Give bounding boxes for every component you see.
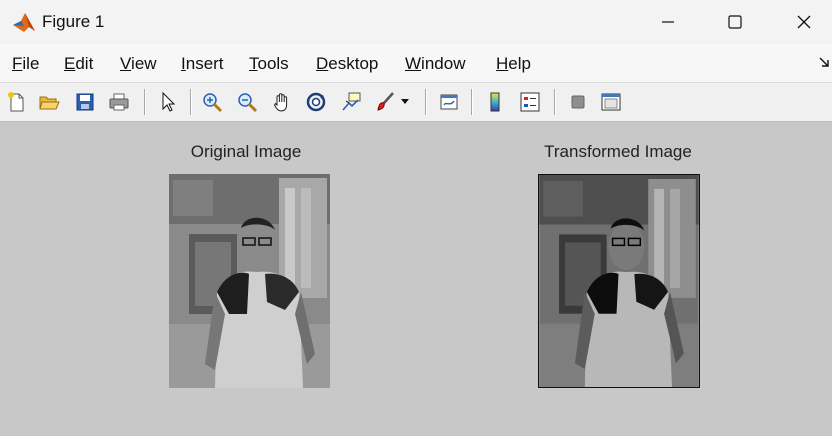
save-icon (76, 93, 94, 111)
open-file-icon (39, 96, 60, 110)
menu-window-mnemonic: W (405, 54, 422, 73)
menu-file-rest: ile (22, 54, 40, 73)
menu-tools-mnemonic: T (249, 54, 258, 73)
brush-icon (377, 92, 394, 111)
menu-desktop-mnemonic: D (316, 54, 329, 73)
minimize-icon (662, 21, 674, 23)
menu-view[interactable]: View (120, 54, 157, 74)
menu-tools-rest: ools (257, 54, 289, 73)
original-image (169, 174, 330, 388)
link-plot-icon (440, 94, 458, 110)
zoom-in-icon (203, 93, 223, 113)
window-titlebar: Figure 1 (0, 0, 832, 44)
toolbar-separator (144, 89, 145, 115)
transformed-image (538, 174, 700, 388)
print-icon (109, 93, 129, 111)
toolbar-separator (190, 89, 191, 115)
brush-button[interactable] (372, 89, 398, 115)
menu-help-mnemonic: H (496, 54, 509, 73)
menu-tools[interactable]: Tools (249, 54, 289, 74)
new-figure-button[interactable] (4, 89, 30, 115)
dock-arrow-icon[interactable] (818, 56, 830, 68)
hide-plot-tools-icon (571, 95, 585, 109)
transformed-image-title: Transformed Image (544, 142, 692, 161)
show-plot-tools-icon (601, 93, 621, 111)
legend-icon (520, 92, 540, 112)
legend-button[interactable] (517, 89, 543, 115)
data-cursor-icon (342, 92, 361, 111)
rotate-3d-icon (306, 92, 326, 112)
menu-file[interactable]: File (12, 54, 39, 74)
menu-file-mnemonic: F (12, 54, 23, 73)
original-photo-graphic (169, 174, 330, 388)
toolbar-separator (425, 89, 426, 115)
window-title: Figure 1 (42, 12, 105, 31)
transformed-photo-graphic (539, 175, 699, 387)
hide-plot-tools-button[interactable] (565, 89, 591, 115)
zoom-out-icon (238, 93, 258, 113)
menu-view-mnemonic: V (120, 54, 132, 73)
show-plot-tools-button[interactable] (598, 89, 624, 115)
link-plot-button[interactable] (436, 89, 462, 115)
menu-bar: File Edit View Insert Tools Desktop Wind… (0, 44, 832, 83)
close-button[interactable] (772, 0, 832, 44)
colorbar-button[interactable] (482, 89, 508, 115)
menu-window-rest: indow (421, 54, 466, 73)
rotate-3d-button[interactable] (303, 89, 329, 115)
menu-help-rest: elp (508, 54, 531, 73)
save-button[interactable] (72, 89, 98, 115)
menu-edit[interactable]: Edit (64, 54, 93, 74)
toolbar-separator (554, 89, 555, 115)
close-icon (797, 15, 811, 29)
zoom-in-button[interactable] (199, 89, 225, 115)
new-figure-icon (8, 92, 24, 112)
chevron-down-icon (401, 99, 409, 104)
menu-view-rest: iew (131, 54, 157, 73)
menu-insert[interactable]: Insert (181, 54, 224, 74)
data-cursor-button[interactable] (338, 89, 364, 115)
menu-window[interactable]: Window (405, 54, 465, 74)
select-pointer-icon (162, 91, 176, 112)
menu-edit-rest: dit (75, 54, 94, 73)
original-image-title: Original Image (190, 142, 302, 161)
matlab-logo-icon (13, 13, 35, 32)
minimize-button[interactable] (636, 0, 700, 44)
zoom-out-button[interactable] (234, 89, 260, 115)
figure-toolbar (0, 83, 832, 122)
menu-insert-rest: nsert (185, 54, 224, 73)
toolbar-separator (471, 89, 472, 115)
maximize-icon (728, 15, 742, 29)
colorbar-icon (490, 92, 500, 112)
print-button[interactable] (106, 89, 132, 115)
select-pointer-button[interactable] (155, 89, 181, 115)
maximize-button[interactable] (703, 0, 767, 44)
menu-desktop-rest: esktop (328, 54, 379, 73)
menu-help[interactable]: Help (496, 54, 531, 74)
pan-hand-icon (273, 93, 288, 112)
open-file-button[interactable] (36, 89, 62, 115)
brush-dropdown-button[interactable] (398, 89, 412, 115)
pan-button[interactable] (269, 89, 295, 115)
menu-desktop[interactable]: Desktop (316, 54, 378, 74)
menu-edit-mnemonic: E (64, 54, 76, 73)
